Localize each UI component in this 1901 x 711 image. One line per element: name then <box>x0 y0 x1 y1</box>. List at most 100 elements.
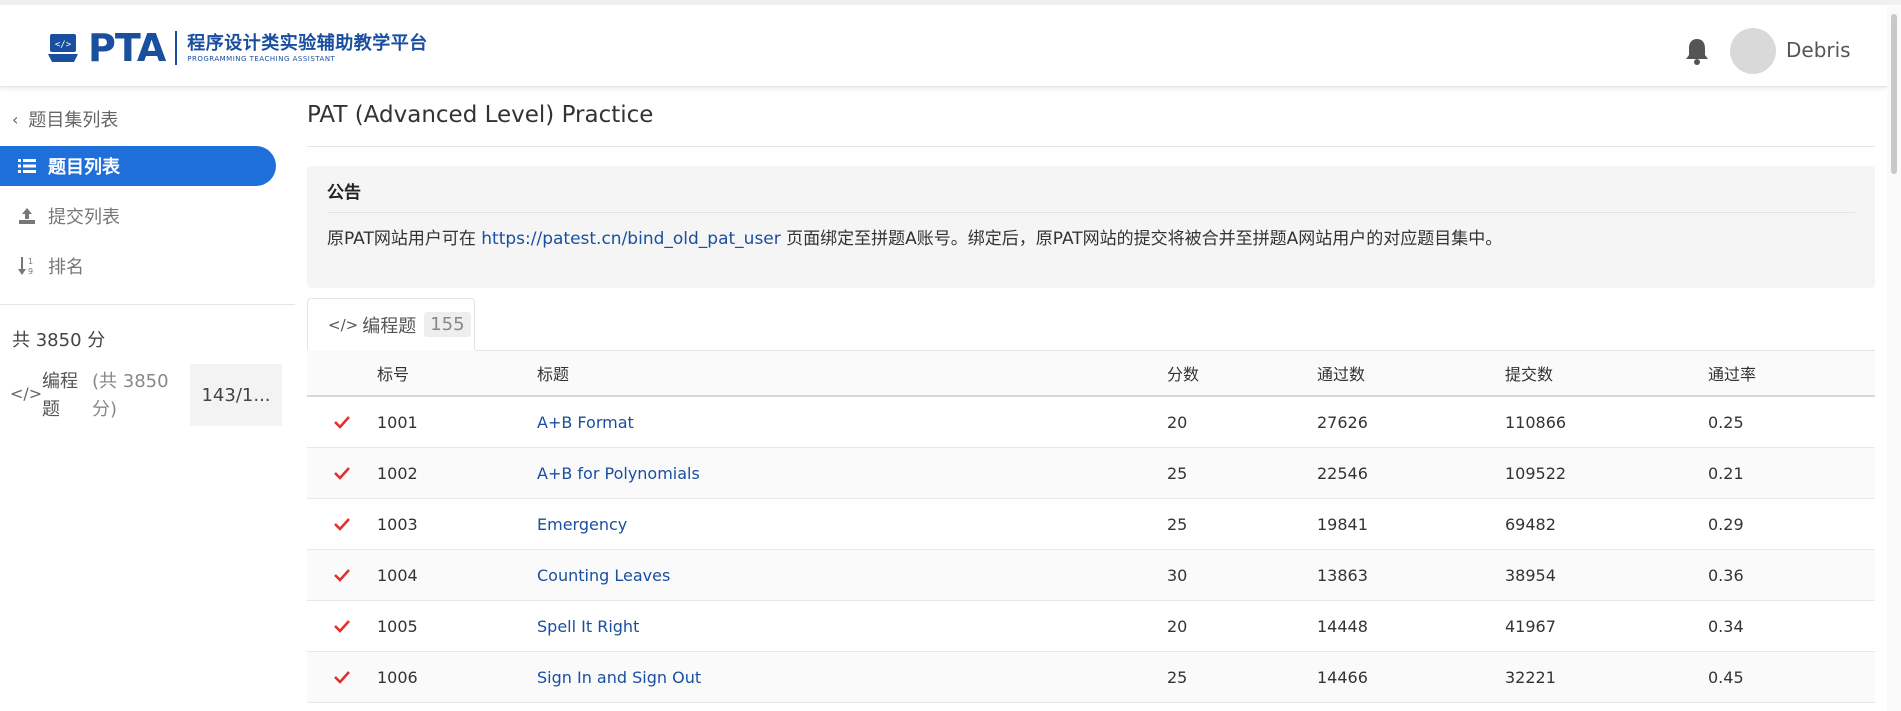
code-monitor-icon: </> <box>48 34 78 62</box>
problem-score: 20 <box>1167 616 1188 636</box>
problem-rate: 0.29 <box>1708 514 1744 534</box>
problem-title-link[interactable]: Spell It Right <box>537 617 1167 636</box>
sidebar-item-submissions[interactable]: 提交列表 <box>0 196 276 236</box>
category-row[interactable]: </> 编程题 (共 3850 分) 143/1... <box>10 364 282 428</box>
problem-score: 25 <box>1167 667 1188 687</box>
bind-account-link[interactable]: https://patest.cn/bind_old_pat_user <box>481 229 781 249</box>
logo-subtitle: 程序设计类实验辅助教学平台 PROGRAMMING TEACHING ASSIS… <box>187 33 428 64</box>
table-row[interactable]: 1001 A+B Format 20 27626 110866 0.25 <box>307 397 1875 448</box>
logo-cn-text: 程序设计类实验辅助教学平台 <box>187 32 428 54</box>
problem-passed: 13863 <box>1317 565 1368 585</box>
header-rate[interactable]: 通过率 <box>1708 361 1875 385</box>
tab-label: 编程题 <box>362 315 417 337</box>
header-passed[interactable]: 通过数 <box>1317 361 1505 385</box>
tab-programming[interactable]: </> 编程题 155 <box>307 298 475 350</box>
announcement-box: 公告 原PAT网站用户可在 https://patest.cn/bind_old… <box>307 166 1875 288</box>
logo-divider <box>175 31 178 65</box>
problem-submitted: 38954 <box>1505 565 1556 585</box>
announcement-divider <box>327 212 1855 213</box>
problem-score: 25 <box>1167 514 1188 534</box>
header-title[interactable]: 标题 <box>537 361 1167 385</box>
svg-text:</>: </> <box>55 40 72 50</box>
sidebar-item-label: 排名 <box>48 257 84 278</box>
header-submitted[interactable]: 提交数 <box>1505 361 1708 385</box>
problem-score: 25 <box>1167 463 1188 483</box>
check-icon <box>307 568 377 582</box>
bell-icon[interactable] <box>1683 36 1711 66</box>
check-icon <box>307 415 377 429</box>
problem-passed: 22546 <box>1317 463 1368 483</box>
sidebar-item-label: 题目列表 <box>48 157 120 178</box>
table-row[interactable]: 1002 A+B for Polynomials 25 22546 109522… <box>307 448 1875 499</box>
problem-title-link[interactable]: Sign In and Sign Out <box>537 668 1167 687</box>
chevron-left-icon: ‹ <box>12 109 19 129</box>
problem-passed: 27626 <box>1317 412 1368 432</box>
table-row[interactable]: 1005 Spell It Right 20 14448 41967 0.34 <box>307 601 1875 652</box>
announcement-text-suffix: 页面绑定至拼题A账号。绑定后，原PAT网站的提交将被合并至拼题A网站用户的对应题… <box>780 229 1503 249</box>
problem-score: 20 <box>1167 412 1188 432</box>
problem-submitted: 41967 <box>1505 616 1556 636</box>
problem-passed: 19841 <box>1317 514 1368 534</box>
page-scrollbar[interactable] <box>1887 6 1901 711</box>
category-name: 编程题 <box>42 371 78 420</box>
pta-logo[interactable]: </> PTA 程序设计类实验辅助教学平台 PROGRAMMING TEACHI… <box>48 26 428 70</box>
svg-text:9: 9 <box>28 267 33 276</box>
check-icon <box>307 619 377 633</box>
header-score[interactable]: 分数 <box>1167 361 1317 385</box>
problem-rate: 0.21 <box>1708 463 1744 483</box>
scrollbar-thumb[interactable] <box>1891 14 1897 174</box>
back-to-problem-sets[interactable]: ‹ 题目集列表 <box>12 106 118 132</box>
problem-submitted: 109522 <box>1505 463 1567 483</box>
username[interactable]: Debris <box>1786 38 1851 62</box>
problem-submitted: 110866 <box>1505 412 1567 432</box>
logo-en-text: PROGRAMMING TEACHING ASSISTANT <box>187 54 336 63</box>
sidebar: ‹ 题目集列表 题目列表 提交列表 19 排名 共 3850 分 </> 编程题… <box>0 86 295 711</box>
upload-icon <box>16 205 38 227</box>
page-title: PAT (Advanced Level) Practice <box>307 102 654 128</box>
problem-rate: 0.36 <box>1708 565 1744 585</box>
category-score: (共 3850 分) <box>92 371 169 420</box>
problem-id: 1006 <box>377 667 418 687</box>
problem-score: 30 <box>1167 565 1188 585</box>
top-header: </> PTA 程序设计类实验辅助教学平台 PROGRAMMING TEACHI… <box>0 6 1887 87</box>
sidebar-item-problem-list[interactable]: 题目列表 <box>0 146 276 186</box>
announcement-text-prefix: 原PAT网站用户可在 <box>327 229 482 249</box>
problem-passed: 14466 <box>1317 667 1368 687</box>
avatar[interactable] <box>1730 28 1776 74</box>
problem-title-link[interactable]: Counting Leaves <box>537 566 1167 585</box>
title-divider <box>307 146 1875 147</box>
announcement-body: 原PAT网站用户可在 https://patest.cn/bind_old_pa… <box>327 224 1502 249</box>
top-strip <box>0 0 1901 5</box>
table-row[interactable]: 1003 Emergency 25 19841 69482 0.29 <box>307 499 1875 550</box>
tab-count-badge: 155 <box>424 312 471 337</box>
check-icon <box>307 517 377 531</box>
problem-id: 1005 <box>377 616 418 636</box>
problem-submitted: 32221 <box>1505 667 1556 687</box>
problem-title-link[interactable]: A+B for Polynomials <box>537 464 1167 483</box>
table-row[interactable]: 1006 Sign In and Sign Out 25 14466 32221… <box>307 652 1875 703</box>
code-icon: </> <box>10 384 43 403</box>
code-icon: </> <box>328 315 359 334</box>
list-icon <box>16 155 38 177</box>
problem-rate: 0.45 <box>1708 667 1744 687</box>
problem-id: 1003 <box>377 514 418 534</box>
problem-rate: 0.34 <box>1708 616 1744 636</box>
problem-title-link[interactable]: A+B Format <box>537 413 1167 432</box>
sort-icon: 19 <box>16 255 38 277</box>
table-row[interactable]: 1004 Counting Leaves 30 13863 38954 0.36 <box>307 550 1875 601</box>
svg-text:1: 1 <box>28 257 33 266</box>
sidebar-divider <box>0 304 295 305</box>
problem-id: 1004 <box>377 565 418 585</box>
check-icon <box>307 466 377 480</box>
sidebar-item-label: 提交列表 <box>48 207 120 228</box>
total-score: 共 3850 分 <box>12 330 106 351</box>
sidebar-item-ranking[interactable]: 19 排名 <box>0 246 276 286</box>
check-icon <box>307 670 377 684</box>
table-body: 1001 A+B Format 20 27626 110866 0.25 100… <box>307 397 1875 703</box>
problem-id: 1002 <box>377 463 418 483</box>
problem-title-link[interactable]: Emergency <box>537 515 1167 534</box>
problem-rate: 0.25 <box>1708 412 1744 432</box>
category-progress: 143/1... <box>190 364 282 426</box>
back-label: 题目集列表 <box>28 110 119 131</box>
header-id[interactable]: 标号 <box>377 361 537 385</box>
